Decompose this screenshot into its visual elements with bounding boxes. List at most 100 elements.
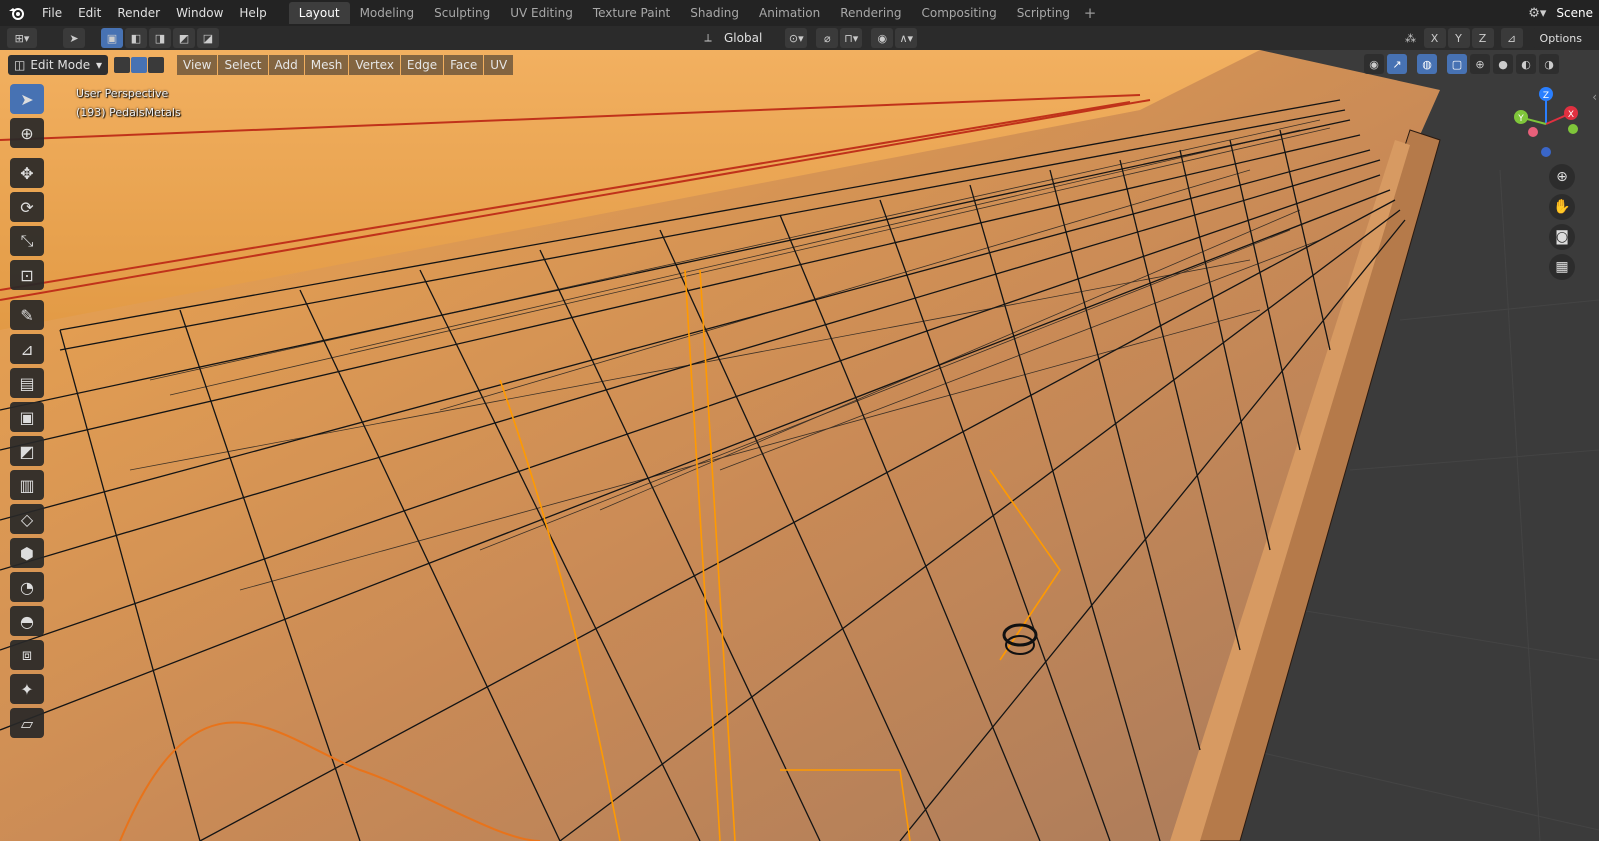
scene-selector[interactable]: ⚙▾ Scene [1524,0,1599,26]
gizmo-y-label: Y [1517,114,1524,124]
tab-uv-editing[interactable]: UV Editing [500,2,583,24]
bevel-icon[interactable]: ◩ [10,436,44,466]
cursor-icon[interactable]: ⊕ [10,118,44,148]
shear-icon[interactable]: ▱ [10,708,44,738]
mirror-x-toggle[interactable]: X [1423,28,1446,48]
sidebar-toggle-icon[interactable]: ‹ [1592,90,1597,104]
edge-select-icon[interactable] [131,57,147,73]
select-box-icon[interactable]: ➤ [10,84,44,114]
face-select-icon[interactable] [148,57,164,73]
tab-shading[interactable]: Shading [680,2,749,24]
select-cursor-icon[interactable]: ➤ [63,28,85,48]
vertex-select-icon[interactable] [114,57,130,73]
chevron-down-icon: ▾ [95,58,102,72]
tab-texture-paint[interactable]: Texture Paint [583,2,680,24]
select-mode-extend-icon[interactable]: ◧ [125,28,147,48]
move-icon[interactable]: ✥ [10,158,44,188]
measure-icon[interactable]: ⊿ [10,334,44,364]
scene-name: Scene [1556,6,1593,20]
menu-edge[interactable]: Edge [400,55,444,75]
mode-label: Edit Mode [30,58,91,72]
viewport-display-tools: ◉ ↗ ◍ ▢ ⊕ ● ◐ ◑ [1361,54,1559,74]
select-mode-intersect-icon[interactable]: ◪ [197,28,219,48]
menu-uv[interactable]: UV [484,55,514,75]
proportional-edit-icon[interactable]: ◉ [871,28,894,48]
tab-animation[interactable]: Animation [749,2,830,24]
inset-icon[interactable]: ▣ [10,402,44,432]
transform-icon[interactable]: ⊡ [10,260,44,290]
overlays-icon[interactable]: ◍ [1417,54,1437,74]
menu-window[interactable]: Window [168,0,231,26]
menu-render[interactable]: Render [109,0,168,26]
menu-help[interactable]: Help [231,0,274,26]
camera-icon[interactable]: ◙ [1549,224,1575,250]
menu-vertex[interactable]: Vertex [349,55,400,75]
loop-cut-icon[interactable]: ▥ [10,470,44,500]
wireframe-shading-icon[interactable]: ⊕ [1470,54,1490,74]
ortho-grid-icon[interactable]: ▦ [1549,254,1575,280]
menu-file[interactable]: File [34,0,70,26]
snap-target-icon[interactable]: ⊓▾ [840,28,863,48]
falloff-icon[interactable]: ∧▾ [895,28,918,48]
wireframe-scene [0,50,1599,841]
editor-type-icon[interactable]: ⊞▾ [7,28,37,48]
add-workspace-button[interactable]: + [1080,4,1100,22]
snap-icon[interactable]: ⌀ [816,28,839,48]
3d-viewport[interactable]: ◫ Edit Mode ▾ View Select Add Mesh Verte… [0,50,1599,841]
auto-merge-icon[interactable]: ⊿ [1500,28,1523,48]
material-shading-icon[interactable]: ◐ [1516,54,1536,74]
gizmo-neg-y[interactable] [1568,124,1578,134]
menu-view[interactable]: View [177,55,218,75]
top-menu-bar: File Edit Render Window Help Layout Mode… [0,0,1599,26]
tab-modeling[interactable]: Modeling [350,2,425,24]
tab-sculpting[interactable]: Sculpting [424,2,500,24]
pan-hand-icon[interactable]: ✋ [1549,194,1575,220]
transform-orientation-dropdown[interactable]: Global [720,31,784,45]
viewport-header-tools: ⊞▾ ➤ ▣ ◧ ◨ ◩ ◪ ⟂ Global ⊙▾ ⌀ ⊓▾ ◉ ∧▾ ⁂ X… [0,26,1599,50]
scene-icon: ⚙▾ [1528,5,1547,21]
visibility-icon[interactable]: ◉ [1364,54,1384,74]
annotate-icon[interactable]: ✎ [10,300,44,330]
pivot-point-icon[interactable]: ⊙▾ [785,28,808,48]
select-mode-invert-icon[interactable]: ◩ [173,28,195,48]
gizmo-neg-x[interactable] [1528,127,1538,137]
menu-mesh[interactable]: Mesh [304,55,349,75]
rendered-shading-icon[interactable]: ◑ [1539,54,1559,74]
scale-icon[interactable]: ⤡ [10,226,44,256]
menu-add[interactable]: Add [268,55,304,75]
edge-slide-icon[interactable]: ⧈ [10,640,44,670]
options-dropdown[interactable]: Options [1531,28,1590,48]
mirror-y-toggle[interactable]: Y [1447,28,1470,48]
tab-layout[interactable]: Layout [288,2,350,24]
solid-shading-icon[interactable]: ● [1493,54,1513,74]
gizmo-z-label: Z [1543,91,1549,101]
extrude-icon[interactable]: ▤ [10,368,44,398]
select-mode-new-icon[interactable]: ▣ [101,28,123,48]
tab-rendering[interactable]: Rendering [830,2,911,24]
knife-icon[interactable]: ◇ [10,504,44,534]
menu-face[interactable]: Face [444,55,484,75]
spin-icon[interactable]: ◔ [10,572,44,602]
viewport-menus: View Select Add Mesh Vertex Edge Face UV [177,55,514,75]
mirror-icon[interactable]: ⁂ [1400,28,1422,48]
mode-dropdown[interactable]: ◫ Edit Mode ▾ [8,55,108,75]
blender-logo-icon[interactable] [0,0,34,26]
poly-build-icon[interactable]: ⬢ [10,538,44,568]
smooth-icon[interactable]: ◓ [10,606,44,636]
mirror-z-toggle[interactable]: Z [1471,28,1494,48]
gizmo-toggle-icon[interactable]: ↗ [1387,54,1407,74]
navigation-gizmo[interactable]: Z X Y [1509,84,1583,160]
tab-compositing[interactable]: Compositing [911,2,1006,24]
shrink-fatten-icon[interactable]: ✦ [10,674,44,704]
rotate-icon[interactable]: ⟳ [10,192,44,222]
xray-icon[interactable]: ▢ [1447,54,1467,74]
tab-scripting[interactable]: Scripting [1007,2,1080,24]
menu-select[interactable]: Select [218,55,268,75]
gizmo-neg-z[interactable] [1541,147,1551,157]
tool-shelf: ➤ ⊕ ✥ ⟳ ⤡ ⊡ ✎ ⊿ ▤ ▣ ◩ ▥ ◇ ⬢ ◔ ◓ ⧈ ✦ ▱ [8,84,46,742]
perspective-label: User Perspective [76,87,169,100]
object-label: (193) PedalsMetals [76,106,181,119]
menu-edit[interactable]: Edit [70,0,109,26]
select-mode-subtract-icon[interactable]: ◨ [149,28,171,48]
zoom-icon[interactable]: ⊕ [1549,164,1575,190]
